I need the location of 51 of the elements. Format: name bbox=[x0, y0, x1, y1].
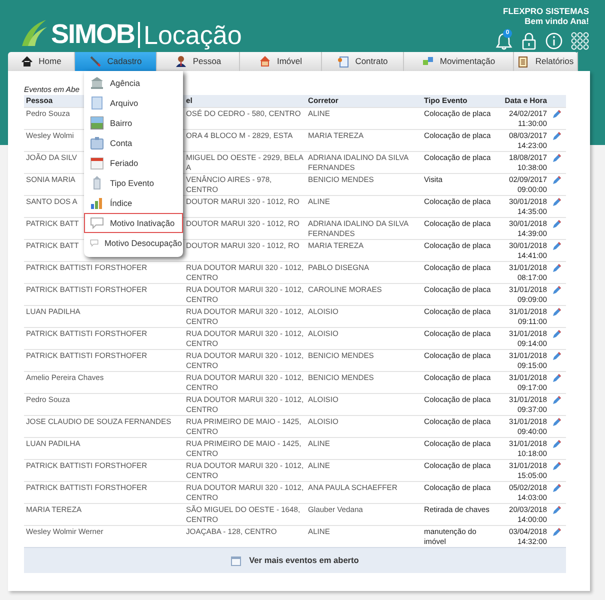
menu-item-icon bbox=[90, 76, 104, 90]
nav-tab-icon bbox=[422, 55, 434, 68]
menu-item-icon bbox=[90, 196, 104, 210]
nav-tab-icon bbox=[517, 55, 530, 68]
welcome-text: Bem vindo Ana! bbox=[524, 16, 589, 26]
menu-item-icon bbox=[90, 116, 104, 130]
dropdown-item[interactable]: Tipo Evento bbox=[84, 173, 183, 193]
pencil-icon[interactable] bbox=[551, 153, 562, 164]
nav-tab-icon bbox=[258, 55, 271, 68]
pencil-icon[interactable] bbox=[551, 219, 562, 230]
menu-item-icon bbox=[90, 156, 104, 170]
info-icon[interactable] bbox=[545, 32, 563, 50]
pencil-icon[interactable] bbox=[551, 351, 562, 362]
nav-tab-icon bbox=[174, 55, 187, 68]
dropdown-item[interactable]: Agência bbox=[84, 73, 183, 93]
logo-text: SIMOB bbox=[51, 21, 135, 48]
pencil-icon[interactable] bbox=[551, 197, 562, 208]
pencil-icon[interactable] bbox=[551, 307, 562, 318]
product-name: Locação bbox=[138, 22, 242, 48]
pencil-icon[interactable] bbox=[551, 527, 562, 538]
more-events-link[interactable]: Ver mais eventos em aberto bbox=[231, 554, 359, 567]
pencil-icon[interactable] bbox=[551, 241, 562, 252]
nav-tab-icon bbox=[89, 55, 102, 68]
pencil-icon[interactable] bbox=[551, 109, 562, 120]
bell-icon[interactable] bbox=[495, 32, 513, 50]
dropdown-item[interactable]: Índice bbox=[84, 193, 183, 213]
dropdown-item[interactable]: Conta bbox=[84, 133, 183, 153]
pencil-icon[interactable] bbox=[551, 131, 562, 142]
dropdown-item[interactable]: Feriado bbox=[84, 153, 183, 173]
nav-tab-icon bbox=[337, 55, 350, 68]
nav-tab[interactable]: Cadastro bbox=[75, 52, 157, 71]
calendar-icon bbox=[231, 556, 242, 566]
lock-icon[interactable] bbox=[521, 32, 537, 50]
pencil-icon[interactable] bbox=[551, 461, 562, 472]
pencil-icon[interactable] bbox=[551, 395, 562, 406]
dropdown-item[interactable]: Motivo Inativação bbox=[84, 213, 183, 233]
apps-grid-icon[interactable] bbox=[571, 32, 589, 50]
nav-tab-icon bbox=[20, 55, 33, 68]
pencil-icon[interactable] bbox=[551, 373, 562, 384]
pencil-icon[interactable] bbox=[551, 483, 562, 494]
pencil-icon[interactable] bbox=[551, 417, 562, 428]
menu-item-icon bbox=[90, 96, 104, 110]
pencil-icon[interactable] bbox=[551, 439, 562, 450]
pencil-icon[interactable] bbox=[551, 285, 562, 296]
menu-item-icon bbox=[90, 216, 104, 230]
pencil-icon[interactable] bbox=[551, 263, 562, 274]
company-name: FLEXPRO SISTEMAS bbox=[503, 6, 589, 16]
pencil-icon[interactable] bbox=[551, 175, 562, 186]
pencil-icon[interactable] bbox=[551, 505, 562, 516]
menu-item-icon bbox=[90, 136, 104, 150]
pencil-icon[interactable] bbox=[551, 329, 562, 340]
